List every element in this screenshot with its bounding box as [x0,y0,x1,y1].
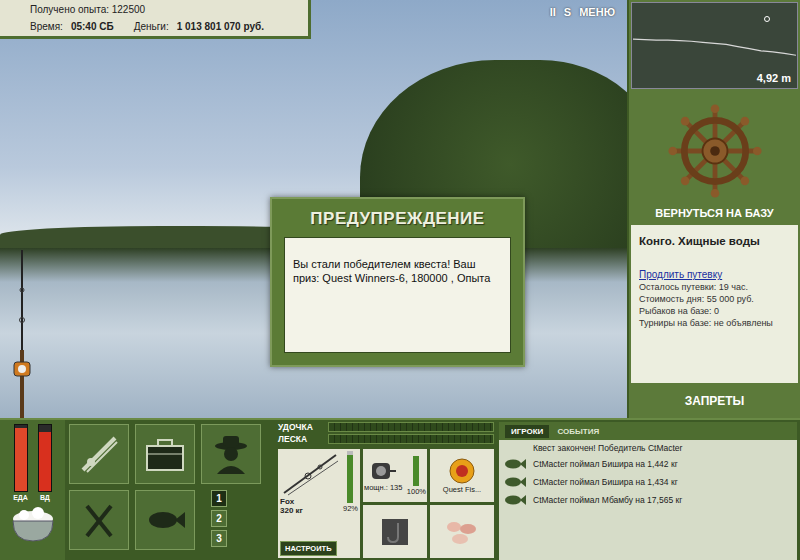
reel-slot[interactable]: мощн.: 135 100% [363,449,427,502]
gauge-label: УДОЧКА [278,422,324,432]
bait-slot[interactable] [430,505,494,558]
fishing-scene[interactable]: Получено опыта: 122500 Время: 05:40 СБ Д… [0,0,627,418]
reel-power: мощн.: 135 [364,483,402,492]
right-panel: 4,92 m ВЕРНУТЬСЯ НА БАЗУ Конго. Хищные в… [627,0,800,418]
game-screen: Получено опыта: 122500 Время: 05:40 СБ Д… [0,0,800,560]
depth-line [633,39,796,55]
hook-slot[interactable] [363,505,427,558]
fishing-rod-icon[interactable] [8,250,38,418]
bait-icon [444,517,480,547]
meter-label: ВД [40,494,50,501]
gauge: ЛЕСКА [278,434,494,444]
meter-label: ЕДА [13,494,28,501]
top-buttons: II S МЕНЮ [550,6,615,18]
event-feed: ИГРОКИСОБЫТИЯ Квест закончен! Победитель… [499,422,797,560]
return-to-base[interactable]: ВЕРНУТЬСЯ НА БАЗУ [629,89,800,219]
action-icons: 1 2 3 [65,420,275,560]
dialog-message: Вы стали победителем квеста! Ваш приз: Q… [284,237,511,353]
base-detail: Турниры на базе: не объявлены [639,318,790,328]
return-button[interactable]: ВЕРНУТЬСЯ НА БАЗУ [655,207,773,219]
bans-button[interactable]: ЗАПРЕТЫ [629,385,800,417]
fish-icon [143,498,187,542]
hook-icon [380,517,410,547]
feed-message: CtMacter поймал Бишира на 1,442 кг [503,457,793,471]
feed-message: CtMacter поймал Мбамбу на 17,565 кг [503,493,793,507]
top-button[interactable]: S [564,6,571,18]
money-label: Деньги: [134,21,169,32]
fish-icon [503,457,527,471]
feed-message: Квест закончен! Победитель CtMacter [503,443,793,453]
fisherman-icon [209,432,253,476]
base-info: Конго. Хищные воды Продлить путевку Оста… [631,225,798,383]
warning-dialog: ПРЕДУПРЕЖДЕНИЕ Вы стали победителем квес… [270,197,525,367]
bottom-panel: ЕДА ВД 1 2 3 УДОЧКА ЛЕСКА Fox 320 кг 92% м… [0,418,800,560]
time-label: Время: [30,21,63,32]
slot-button[interactable]: 3 [211,530,227,547]
meters: ЕДА ВД [0,420,65,560]
top-button[interactable]: МЕНЮ [579,6,615,18]
float-icon [765,17,770,22]
gear-panel: УДОЧКА ЛЕСКА Fox 320 кг 92% мощн.: 135 1… [275,420,497,560]
dialog-title: ПРЕДУПРЕЖДЕНИЕ [284,205,511,237]
fisherman-button[interactable] [201,424,261,484]
reel-reading: 100% [407,487,426,496]
base-detail: Стоимость дня: 55 000 руб. [639,294,790,304]
fish-icon [503,475,527,489]
rod-load: 320 кг [280,506,341,515]
base-detail: Осталось путевки: 19 час. [639,282,790,292]
slot-button[interactable]: 2 [211,510,227,527]
feed-message: CtMacter поймал Бишира на 1,434 кг [503,475,793,489]
feed-tab[interactable]: СОБЫТИЯ [551,425,605,438]
line-name: Quest Fis... [443,485,481,494]
base-detail: Рыбаков на базе: 0 [639,306,790,316]
depth-reading: 4,92 m [757,72,791,84]
rod-case-icon [77,432,121,476]
gauge-label: ЛЕСКА [278,434,324,444]
line-slot[interactable]: Quest Fis... [430,449,494,502]
location-title: Конго. Хищные воды [639,235,790,247]
keepnet-button[interactable] [135,490,195,550]
setup-button[interactable]: НАСТРОИТЬ [280,541,337,556]
rod-case-button[interactable] [69,424,129,484]
reel-icon [368,459,398,483]
gauge: УДОЧКА [278,422,494,432]
eat-button[interactable] [69,490,129,550]
extend-link[interactable]: Продлить путевку [639,269,790,280]
top-button[interactable]: II [550,6,556,18]
fish-icon [503,493,527,507]
rod-icon [280,451,340,497]
meter: ВД [38,424,52,501]
depth-chart: 4,92 m [631,2,798,89]
ship-wheel-icon[interactable] [667,103,763,199]
time-value: 05:40 СБ [71,21,114,32]
hud-panel: Получено опыта: 122500 Время: 05:40 СБ Д… [0,0,311,39]
line-spool-icon [448,457,476,485]
rod-reading: 92% [343,504,358,513]
knife-fork-icon [77,498,121,542]
meter: ЕДА [13,424,28,501]
rod-name: Fox [280,497,341,506]
slot-button[interactable]: 1 [211,490,227,507]
experience-text: Получено опыта: 122500 [30,4,302,15]
feed-tab[interactable]: ИГРОКИ [505,425,549,438]
tackle-box-button[interactable] [135,424,195,484]
tackle-box-icon [143,432,187,476]
money-value: 1 013 801 070 руб. [177,21,264,32]
cauldron-icon[interactable] [8,505,58,545]
